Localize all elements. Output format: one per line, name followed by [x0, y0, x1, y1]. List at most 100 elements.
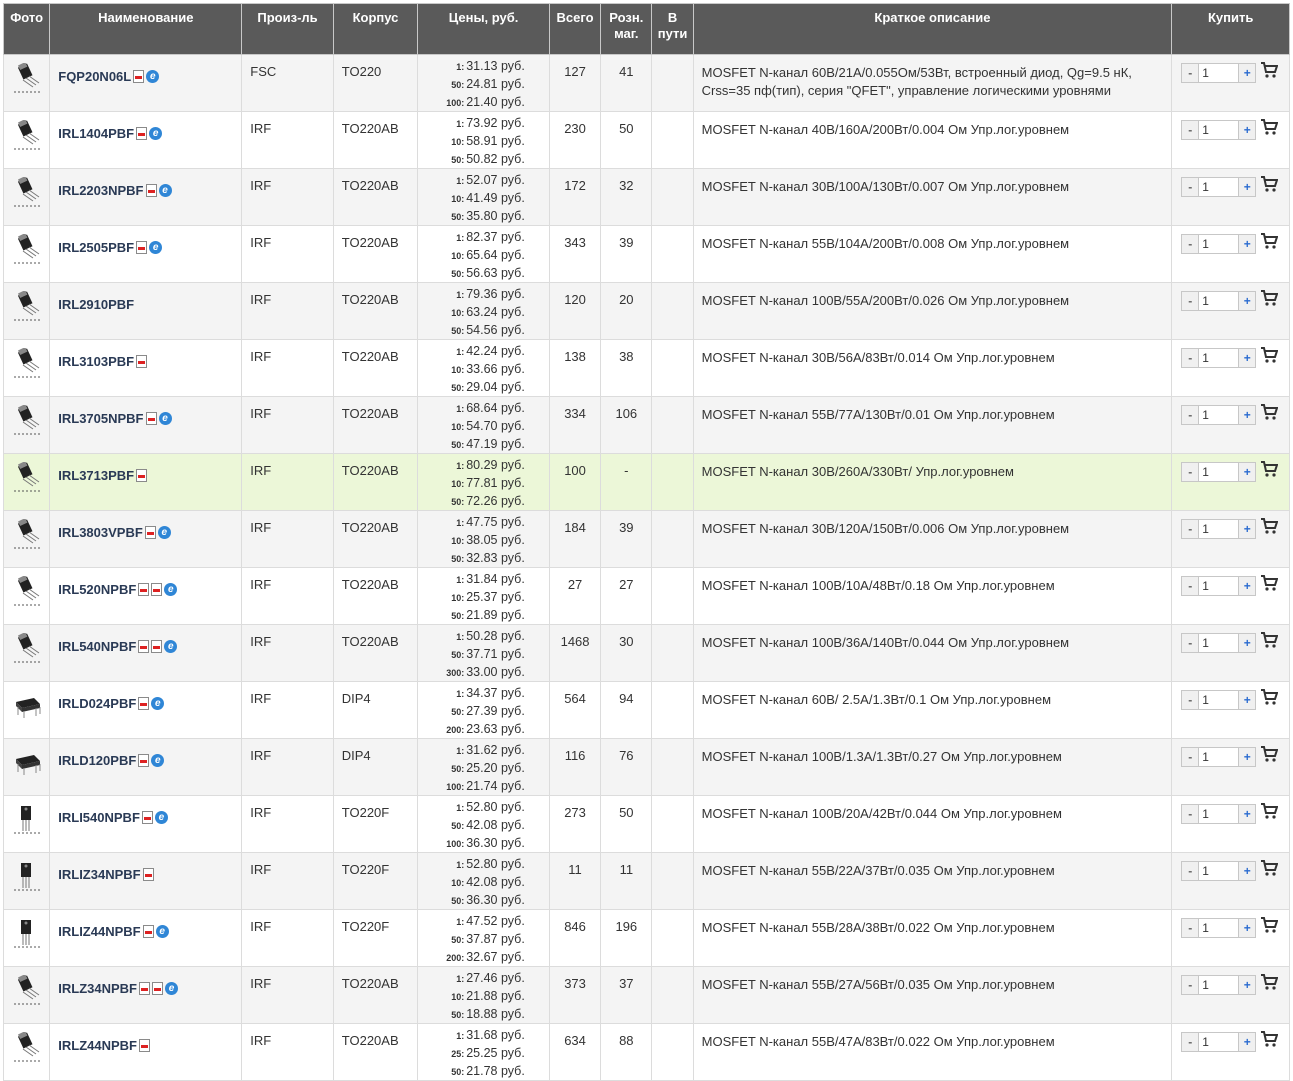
increase-button[interactable]: + — [1238, 463, 1256, 481]
component-photo-icon[interactable] — [12, 404, 42, 435]
increase-button[interactable]: + — [1238, 691, 1256, 709]
pdf-icon[interactable] — [136, 127, 148, 141]
increase-button[interactable]: + — [1238, 862, 1256, 880]
web-link-icon[interactable]: e — [149, 241, 163, 255]
quantity-input[interactable]: 1 — [1202, 292, 1209, 310]
cart-icon[interactable] — [1260, 232, 1279, 250]
web-link-icon[interactable]: e — [155, 925, 169, 939]
increase-button[interactable]: + — [1238, 805, 1256, 823]
component-photo-icon[interactable] — [12, 176, 42, 207]
quantity-input[interactable]: 1 — [1202, 64, 1209, 82]
part-number-link[interactable]: IRL1404PBF — [58, 126, 134, 141]
quantity-input[interactable]: 1 — [1202, 748, 1209, 766]
pdf-icon[interactable] — [133, 70, 145, 84]
part-number-link[interactable]: IRL3705NPBF — [58, 411, 143, 426]
decrease-button[interactable]: - — [1182, 292, 1200, 310]
component-photo-icon[interactable] — [12, 575, 42, 606]
quantity-input[interactable]: 1 — [1202, 1033, 1209, 1051]
pdf-icon[interactable] — [138, 697, 150, 711]
cart-icon[interactable] — [1260, 859, 1279, 877]
increase-button[interactable]: + — [1238, 520, 1256, 538]
decrease-button[interactable]: - — [1182, 178, 1200, 196]
increase-button[interactable]: + — [1238, 976, 1256, 994]
component-photo-icon[interactable] — [12, 918, 42, 948]
part-number-link[interactable]: IRL3713PBF — [58, 468, 134, 483]
part-number-link[interactable]: IRLD024PBF — [58, 696, 136, 711]
web-link-icon[interactable]: e — [164, 640, 178, 654]
cart-icon[interactable] — [1260, 175, 1279, 193]
component-photo-icon[interactable] — [12, 347, 42, 378]
cart-icon[interactable] — [1260, 745, 1279, 763]
decrease-button[interactable]: - — [1182, 634, 1200, 652]
pdf-icon[interactable] — [142, 868, 154, 882]
cart-icon[interactable] — [1260, 61, 1279, 79]
web-link-icon[interactable]: e — [164, 583, 178, 597]
component-photo-icon[interactable] — [12, 233, 42, 264]
part-number-link[interactable]: IRL2505PBF — [58, 240, 134, 255]
web-link-icon[interactable]: e — [151, 697, 165, 711]
component-photo-icon[interactable] — [12, 632, 42, 663]
increase-button[interactable]: + — [1238, 634, 1256, 652]
component-photo-icon[interactable] — [12, 747, 42, 777]
decrease-button[interactable]: - — [1182, 862, 1200, 880]
web-link-icon[interactable]: e — [164, 982, 178, 996]
increase-button[interactable]: + — [1238, 577, 1256, 595]
decrease-button[interactable]: - — [1182, 406, 1200, 424]
cart-icon[interactable] — [1260, 118, 1279, 136]
cart-icon[interactable] — [1260, 460, 1279, 478]
pdf-icon[interactable] — [151, 640, 163, 654]
decrease-button[interactable]: - — [1182, 919, 1200, 937]
component-photo-icon[interactable] — [12, 1031, 42, 1062]
pdf-icon[interactable] — [138, 1039, 150, 1053]
part-number-link[interactable]: IRLI540NPBF — [58, 810, 140, 825]
quantity-input[interactable]: 1 — [1202, 463, 1209, 481]
web-link-icon[interactable]: e — [154, 811, 168, 825]
quantity-input[interactable]: 1 — [1202, 349, 1209, 367]
part-number-link[interactable]: IRL540NPBF — [58, 639, 136, 654]
component-photo-icon[interactable] — [12, 62, 42, 93]
web-link-icon[interactable]: e — [157, 526, 171, 540]
decrease-button[interactable]: - — [1182, 349, 1200, 367]
cart-icon[interactable] — [1260, 403, 1279, 421]
part-number-link[interactable]: IRL2910PBF — [58, 297, 134, 312]
component-photo-icon[interactable] — [12, 974, 42, 1005]
component-photo-icon[interactable] — [12, 518, 42, 549]
cart-icon[interactable] — [1260, 802, 1279, 820]
decrease-button[interactable]: - — [1182, 577, 1200, 595]
pdf-icon[interactable] — [141, 811, 153, 825]
pdf-icon[interactable] — [151, 583, 163, 597]
component-photo-icon[interactable] — [12, 804, 42, 834]
increase-button[interactable]: + — [1238, 748, 1256, 766]
pdf-icon[interactable] — [136, 469, 148, 483]
cart-icon[interactable] — [1260, 289, 1279, 307]
component-photo-icon[interactable] — [12, 461, 42, 492]
increase-button[interactable]: + — [1238, 1033, 1256, 1051]
increase-button[interactable]: + — [1238, 406, 1256, 424]
decrease-button[interactable]: - — [1182, 1033, 1200, 1051]
quantity-input[interactable]: 1 — [1202, 976, 1209, 994]
decrease-button[interactable]: - — [1182, 691, 1200, 709]
increase-button[interactable]: + — [1238, 235, 1256, 253]
component-photo-icon[interactable] — [12, 290, 42, 321]
part-number-link[interactable]: IRL2203NPBF — [58, 183, 143, 198]
quantity-input[interactable]: 1 — [1202, 178, 1209, 196]
web-link-icon[interactable]: e — [149, 127, 163, 141]
increase-button[interactable]: + — [1238, 121, 1256, 139]
pdf-icon[interactable] — [136, 241, 148, 255]
decrease-button[interactable]: - — [1182, 805, 1200, 823]
quantity-input[interactable]: 1 — [1202, 520, 1209, 538]
cart-icon[interactable] — [1260, 916, 1279, 934]
web-link-icon[interactable]: e — [158, 184, 172, 198]
component-photo-icon[interactable] — [12, 119, 42, 150]
pdf-icon[interactable] — [145, 184, 157, 198]
part-number-link[interactable]: IRL520NPBF — [58, 582, 136, 597]
increase-button[interactable]: + — [1238, 178, 1256, 196]
increase-button[interactable]: + — [1238, 64, 1256, 82]
decrease-button[interactable]: - — [1182, 976, 1200, 994]
cart-icon[interactable] — [1260, 688, 1279, 706]
decrease-button[interactable]: - — [1182, 463, 1200, 481]
cart-icon[interactable] — [1260, 574, 1279, 592]
quantity-input[interactable]: 1 — [1202, 121, 1209, 139]
cart-icon[interactable] — [1260, 346, 1279, 364]
quantity-input[interactable]: 1 — [1202, 862, 1209, 880]
